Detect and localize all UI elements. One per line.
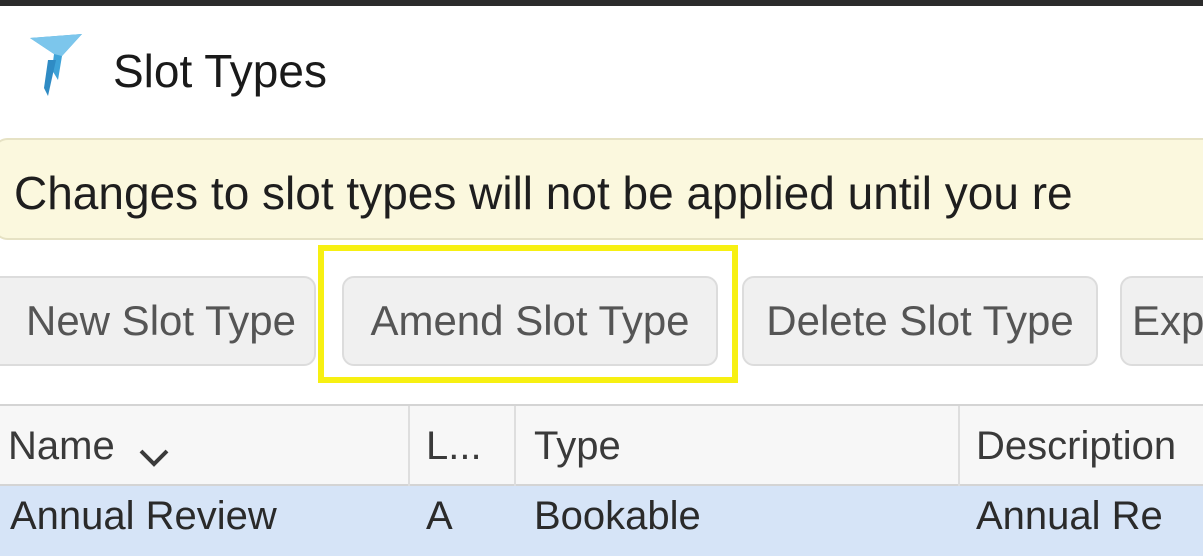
new-slot-type-button[interactable]: New Slot Type [0,276,316,366]
amend-slot-type-button[interactable]: Amend Slot Type [342,276,718,366]
title-bar: Slot Types [0,6,1203,130]
cell-description: Annual Re [976,494,1163,538]
cell-type: Bookable [534,494,701,538]
delete-slot-type-button[interactable]: Delete Slot Type [742,276,1098,366]
funnel-icon [26,30,86,102]
toolbar: New Slot Type Amend Slot Type Delete Slo… [0,250,1203,400]
column-header-label: Description [976,423,1177,468]
cell-short: A [426,494,453,538]
notice-text: Changes to slot types will not be applie… [14,167,1073,219]
grid-header: Name L... Type Description [0,404,1203,486]
table-row[interactable]: Annual Review A Bookable Annual Re [0,486,1203,556]
column-header-label: Type [534,423,621,468]
notice-banner: Changes to slot types will not be applie… [0,138,1203,240]
page-title: Slot Types [113,45,327,97]
column-header-type[interactable]: Type [516,406,960,486]
column-header-description[interactable]: Description [960,406,1203,486]
column-header-name[interactable]: Name [0,406,410,486]
cell-name: Annual Review [10,494,277,538]
export-button[interactable]: Exp [1120,276,1203,366]
column-header-label: Name [8,423,115,468]
column-header-short[interactable]: L... [410,406,516,486]
chevron-down-icon [137,434,171,467]
column-header-label: L... [426,423,482,468]
